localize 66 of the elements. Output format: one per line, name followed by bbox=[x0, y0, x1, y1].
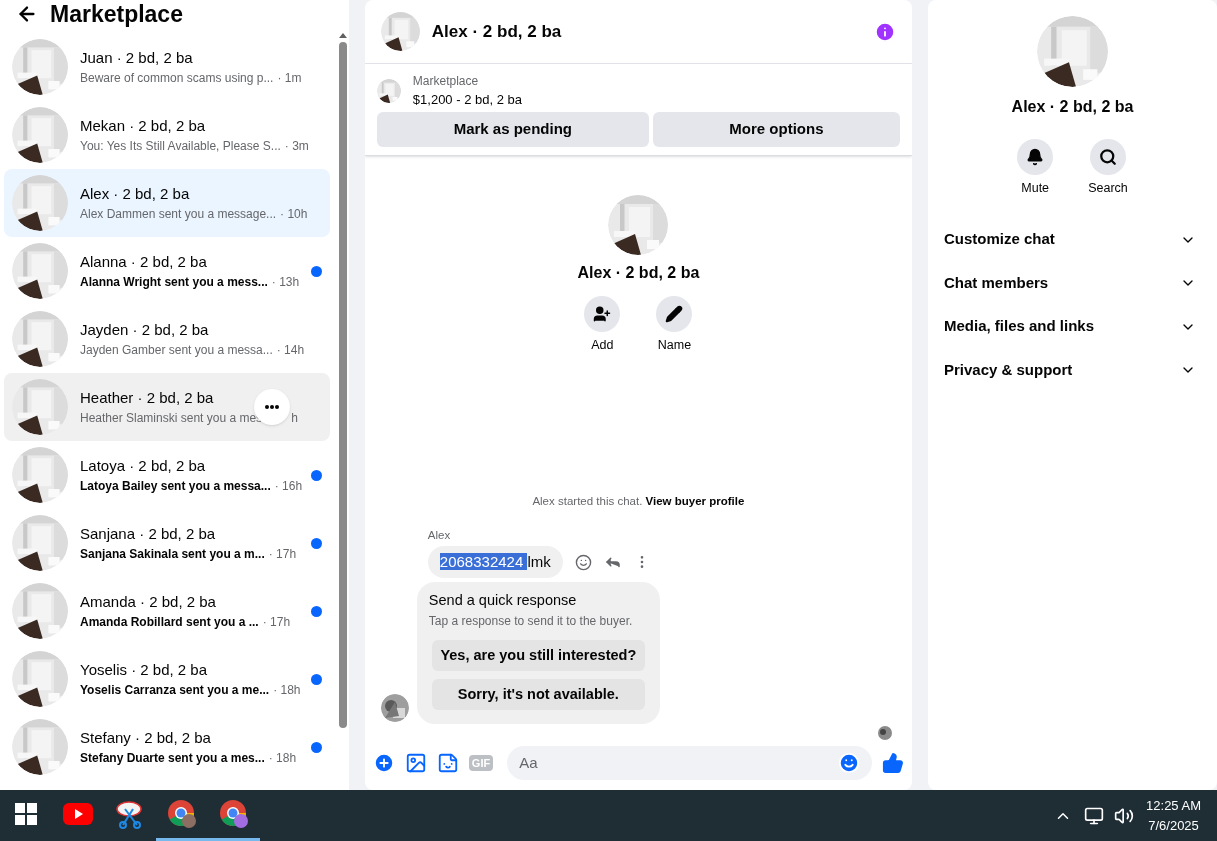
message-preview: Alex Dammen sent you a message... bbox=[80, 206, 277, 224]
message-time: h bbox=[291, 410, 298, 428]
quick-response-button[interactable]: Yes, are you still interested? bbox=[431, 640, 645, 671]
conversation-item[interactable]: Juan · 2 bd, 2 ba Beware of common scams using p... · 1m bbox=[4, 33, 330, 101]
conversation-name: Yoselis · 2 bd, 2 ba bbox=[80, 659, 208, 680]
message-time: · 14h bbox=[276, 342, 305, 360]
details-section[interactable]: Customize chat bbox=[944, 217, 1201, 262]
conversation-name: Jayden · 2 bd, 2 ba bbox=[80, 319, 209, 340]
details-section[interactable]: Privacy & support bbox=[944, 348, 1201, 392]
details-section[interactable]: Media, files and links bbox=[944, 304, 1201, 349]
listing-action-button[interactable]: More options bbox=[652, 111, 900, 147]
message-preview: Amanda Robillard sent you a ... bbox=[80, 614, 259, 632]
conversation-name: Juan · 2 bd, 2 ba bbox=[80, 47, 193, 68]
conversation-item[interactable]: Stefany · 2 bd, 2 ba Stefany Duarte sent you a mes... · 18h bbox=[4, 713, 330, 781]
sender-name: Alex bbox=[427, 527, 452, 543]
message-time: · 10h bbox=[280, 206, 308, 224]
quick-response-button[interactable]: Sorry, it's not available. bbox=[431, 679, 645, 710]
conversation-item[interactable]: Latoya · 2 bd, 2 ba Latoya Bailey sent you a messa... · 16h bbox=[4, 441, 330, 509]
message-field[interactable]: Aa bbox=[507, 746, 872, 780]
conversation-name: Heather · 2 bd, 2 ba bbox=[80, 387, 214, 408]
conversation-item[interactable]: Alex · 2 bd, 2 ba Alex Dammen sent you a message... · 10h bbox=[4, 169, 330, 237]
chat-title: Alex · 2 bd, 2 ba bbox=[431, 20, 563, 43]
message-time: · 13h bbox=[271, 274, 300, 292]
message-preview: Beware of common scams using p... bbox=[80, 70, 274, 88]
message-input[interactable]: Aa bbox=[519, 751, 838, 775]
conversation-name: Mekan · 2 bd, 2 ba bbox=[80, 115, 206, 136]
conversation-item[interactable]: Jayden · 2 bd, 2 ba Jayden Gamber sent you a messa... · 14h bbox=[4, 305, 330, 373]
message-time: · 3m bbox=[284, 138, 309, 156]
view-profile-link[interactable]: View buyer profile bbox=[645, 495, 745, 508]
listing-price: $1,200 - 2 bd, 2 ba bbox=[412, 91, 522, 109]
conversation-item[interactable]: Mekan · 2 bd, 2 ba You: Yes Its Still Available, Please S... · 3m bbox=[4, 101, 330, 169]
clock-date[interactable]: 7/6/2025 bbox=[1148, 815, 1199, 836]
conversation-name: Sanjana · 2 bd, 2 ba bbox=[80, 523, 216, 544]
message-time: · 1m bbox=[277, 70, 302, 88]
message-preview: Yoselis Carranza sent you a me... bbox=[80, 682, 270, 700]
listing-source: Marketplace bbox=[412, 73, 480, 90]
details-name: Alex · 2 bd, 2 ba bbox=[1011, 97, 1134, 117]
message-time: · 16h bbox=[274, 478, 303, 496]
message-time: · 17h bbox=[268, 546, 297, 564]
message-time: · 17h bbox=[262, 614, 291, 632]
message-preview: You: Yes Its Still Available, Please S... bbox=[80, 138, 281, 156]
conversation-name: Alanna · 2 bd, 2 ba bbox=[80, 251, 207, 272]
message-time: · 18h bbox=[273, 682, 301, 700]
conversation-item[interactable]: Yoselis · 2 bd, 2 ba Yoselis Carranza sent you a me... · 18h bbox=[4, 645, 330, 713]
message-time: · 18h bbox=[268, 750, 297, 768]
conversation-name: Amanda · 2 bd, 2 ba bbox=[80, 591, 216, 612]
page-title: Marketplace bbox=[50, 0, 183, 29]
message-bubble: 2068332424 lmk bbox=[427, 545, 563, 579]
conversation-name: Latoya · 2 bd, 2 ba bbox=[80, 455, 206, 476]
message-preview: Alanna Wright sent you a mess... bbox=[80, 274, 268, 292]
conversation-name: Stefany · 2 bd, 2 ba bbox=[80, 727, 211, 748]
message-preview: Stefany Duarte sent you a mes... bbox=[80, 750, 265, 768]
quick-response-subtitle: Tap a response to send it to the buyer. bbox=[428, 613, 634, 630]
conversation-item[interactable]: Alanna · 2 bd, 2 ba Alanna Wright sent you a mess... · 13h bbox=[4, 237, 330, 305]
details-section[interactable]: Chat members bbox=[944, 261, 1201, 305]
message-preview: Latoya Bailey sent you a messa... bbox=[80, 478, 271, 496]
chat-notice: Alex started this chat. View buyer profile bbox=[531, 494, 746, 510]
message-preview: Jayden Gamber sent you a messa... bbox=[80, 342, 273, 360]
quick-response-title: Send a quick response bbox=[428, 591, 578, 611]
conversation-name: Alex · 2 bd, 2 ba bbox=[80, 183, 190, 204]
message-preview: Sanjana Sakinala sent you a m... bbox=[80, 546, 265, 564]
listing-action-button[interactable]: Mark as pending bbox=[376, 111, 649, 147]
clock-time[interactable]: 12:25 AM bbox=[1146, 795, 1201, 816]
conversation-item[interactable]: Amanda · 2 bd, 2 ba Amanda Robillard sent you a ... · 17h bbox=[4, 577, 330, 645]
profile-name: Alex · 2 bd, 2 ba bbox=[577, 262, 700, 283]
conversation-item[interactable]: Sanjana · 2 bd, 2 ba Sanjana Sakinala sent you a m... · 17h bbox=[4, 509, 330, 577]
